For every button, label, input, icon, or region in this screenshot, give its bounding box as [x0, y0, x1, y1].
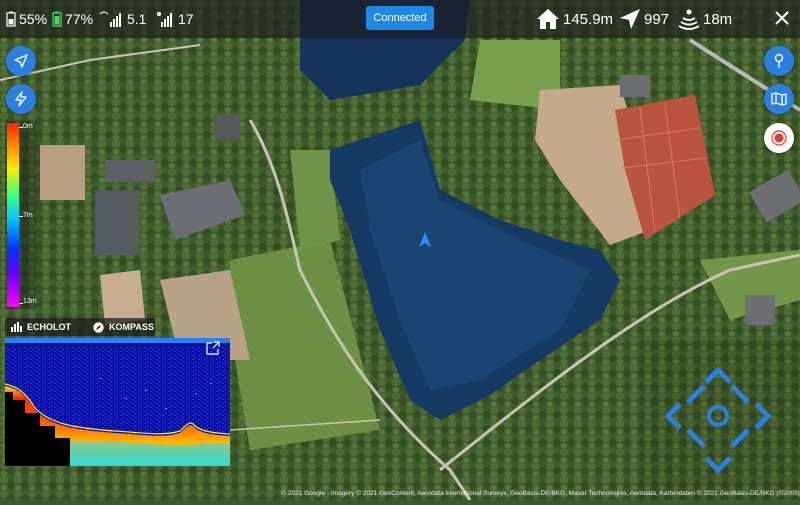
- expand-icon: [206, 341, 220, 355]
- wifi-signal: 5.1: [98, 0, 146, 38]
- drop-pin-button[interactable]: [764, 46, 794, 76]
- sonar-echogram[interactable]: [5, 338, 230, 466]
- depth-gradient: [7, 123, 19, 307]
- kompass-tab[interactable]: KOMPASS: [93, 318, 154, 336]
- boat-position-marker: [419, 232, 431, 247]
- home-distance: 145.9m: [536, 0, 613, 38]
- echogram-graphic: [5, 338, 230, 466]
- boat-battery-value: 77%: [65, 11, 94, 27]
- sonar-waves-icon: [678, 9, 700, 30]
- echolot-label: ECHOLOT: [27, 322, 71, 332]
- navigation-arrow-icon: [620, 9, 640, 29]
- wifi-signal-icon: [99, 11, 121, 27]
- kompass-label: KOMPASS: [109, 322, 154, 332]
- boat-battery: 77%: [52, 0, 93, 38]
- home-distance-value: 145.9m: [563, 10, 614, 28]
- gps-signal-value: 17: [178, 11, 194, 27]
- compass-icon: [93, 321, 104, 333]
- bar-chart-icon: [11, 322, 22, 332]
- close-icon: [775, 11, 789, 25]
- phone-battery: 55%: [6, 0, 47, 38]
- location-arrow-icon: [14, 54, 28, 68]
- map-pin-icon: [774, 53, 784, 68]
- joystick-center-knob: [707, 405, 729, 427]
- lightning-icon: [15, 91, 27, 107]
- depth-color-scale: 0m 7m 13m: [5, 121, 37, 309]
- record-icon: [771, 130, 787, 146]
- echolot-tab[interactable]: ECHOLOT: [11, 318, 71, 336]
- gps-signal: 17: [155, 0, 194, 38]
- phone-battery-value: 55%: [19, 11, 48, 27]
- home-icon: [537, 9, 559, 29]
- gps-signal-icon: [157, 12, 172, 27]
- center-location-button[interactable]: [6, 46, 36, 76]
- depth-indicator: 18m: [678, 0, 732, 38]
- wifi-signal-value: 5.1: [127, 11, 147, 27]
- joystick-control[interactable]: [640, 340, 800, 500]
- depth-label-bottom: 13m: [23, 298, 37, 305]
- depth-label-middle: 7m: [23, 212, 33, 219]
- connection-status-button[interactable]: Connected: [366, 6, 434, 30]
- depth-value: 18m: [703, 10, 733, 28]
- map-layers-icon: [771, 92, 787, 106]
- map-attribution: © 2021 Google · Imagery © 2021 GeoConten…: [281, 490, 800, 497]
- record-track-button[interactable]: [764, 123, 794, 153]
- depth-label-top: 0m: [23, 123, 33, 130]
- view-mode-bar: ECHOLOT KOMPASS: [5, 318, 155, 336]
- speed-indicator: 997: [619, 0, 669, 38]
- joystick-left-chevron: [664, 402, 682, 430]
- joystick-up-chevron: [704, 366, 732, 384]
- map-layers-button[interactable]: [764, 84, 794, 114]
- autopilot-button[interactable]: [6, 84, 36, 114]
- status-bar: 55% 77% 5.1 17 Connected 145.9m 997 18m: [0, 0, 800, 38]
- joystick-pad: [664, 366, 772, 474]
- boat-battery-icon: [52, 11, 62, 27]
- expand-echogram-button[interactable]: [206, 341, 222, 357]
- joystick-down-chevron: [704, 456, 732, 474]
- close-button[interactable]: [770, 6, 794, 30]
- speed-value: 997: [644, 10, 670, 28]
- phone-battery-icon: [6, 11, 16, 27]
- joystick-right-chevron: [754, 402, 772, 430]
